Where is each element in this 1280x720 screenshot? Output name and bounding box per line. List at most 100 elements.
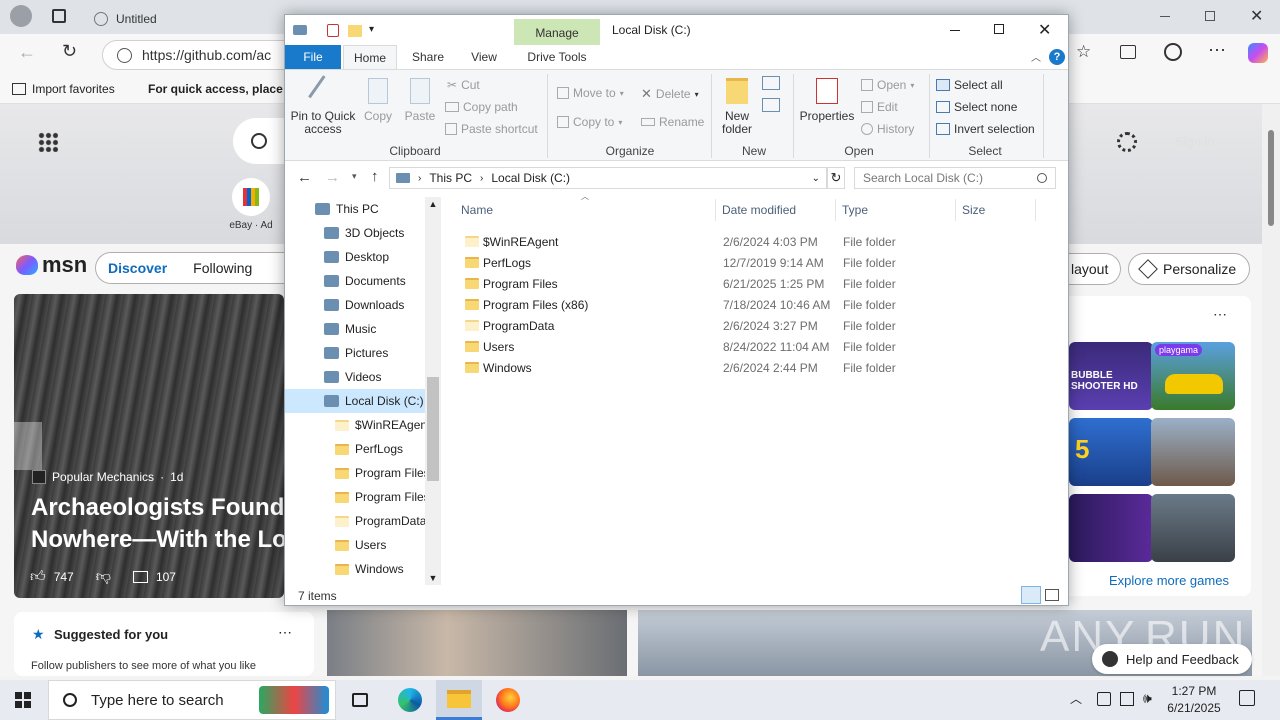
tab-share[interactable]: Share xyxy=(403,45,453,69)
restore-browser-button[interactable] xyxy=(1205,11,1215,21)
dislike-icon[interactable]: 👎︎ xyxy=(96,568,111,586)
firefox-taskbar-button[interactable] xyxy=(485,680,531,720)
column-date-modified[interactable]: Date modified xyxy=(722,203,796,217)
address-bar[interactable]: https://github.com/ac xyxy=(102,40,302,70)
file-explorer-taskbar-button[interactable] xyxy=(436,680,482,720)
large-icons-view-icon[interactable] xyxy=(1045,589,1059,601)
path-dropdown-icon[interactable]: ⌄ xyxy=(812,173,820,184)
delete-button[interactable]: ✕ Delete ▾ xyxy=(641,86,699,102)
layout-button[interactable]: layout xyxy=(1069,253,1121,285)
properties-button[interactable]: Properties xyxy=(797,78,857,123)
open-button[interactable]: Open ▾ xyxy=(861,78,914,92)
pin-quick-access-button[interactable]: Pin to Quick access xyxy=(289,75,357,136)
file-row[interactable]: Program Files 6/21/2025 1:25 PM File folde… xyxy=(445,273,1045,294)
file-row[interactable]: ProgramData 2/6/2024 3:27 PM File folder xyxy=(445,315,1045,336)
scroll-down-icon[interactable]: ▼ xyxy=(425,571,441,585)
path-segment-local-disk[interactable]: Local Disk (C:) xyxy=(491,171,570,185)
history-button[interactable]: History xyxy=(861,122,914,136)
start-button[interactable] xyxy=(0,680,46,720)
game-tile-driving[interactable] xyxy=(1151,494,1235,562)
tree-item-3d-objects[interactable]: 3D Objects xyxy=(324,221,435,245)
settings-gear-icon[interactable] xyxy=(1117,132,1137,152)
column-name[interactable]: Name xyxy=(461,203,493,217)
edit-button[interactable]: Edit xyxy=(861,100,898,114)
easy-access-icon[interactable] xyxy=(762,98,780,112)
story-card[interactable]: Popular Mechanics · 1d Archaeologists Fo… xyxy=(14,294,284,598)
taskbar-search[interactable]: Type here to search xyxy=(48,680,336,720)
show-hidden-icons[interactable]: ︿ xyxy=(1070,690,1082,707)
comment-icon[interactable] xyxy=(132,571,148,583)
story-headline[interactable]: Archaeologists Found a Nowhere—With the … xyxy=(31,492,284,556)
tree-item-pictures[interactable]: Pictures xyxy=(324,341,435,365)
task-view-button[interactable] xyxy=(337,680,383,720)
wifi-icon[interactable] xyxy=(1120,692,1134,706)
tree-item-subfolder[interactable]: Program Files xyxy=(335,461,435,485)
cut-button[interactable]: ✂ Cut xyxy=(447,78,480,92)
suggested-more-icon[interactable]: ⋯ xyxy=(278,624,292,641)
msn-logo[interactable]: msn xyxy=(16,252,87,278)
clock[interactable]: 1:27 PM 6/21/2025 xyxy=(1160,683,1228,717)
forward-icon[interactable]: → xyxy=(325,169,340,186)
edge-taskbar-button[interactable] xyxy=(387,680,433,720)
collections-icon[interactable] xyxy=(1120,45,1136,59)
tree-item-subfolder[interactable]: ProgramData xyxy=(335,509,435,533)
page-scrollbar[interactable] xyxy=(1262,104,1280,676)
tree-item-videos[interactable]: Videos xyxy=(324,365,435,389)
back-icon[interactable]: ← xyxy=(297,169,312,186)
apps-grid-icon[interactable] xyxy=(38,132,58,152)
tree-item-local-disk-c[interactable]: Local Disk (C:) xyxy=(285,389,425,413)
scroll-up-icon[interactable]: ▲ xyxy=(425,197,441,211)
ebay-tile[interactable]: eBay · Ad xyxy=(228,178,274,231)
copy-button[interactable]: Copy xyxy=(361,78,395,123)
move-to-button[interactable]: Move to ▾ xyxy=(557,86,624,100)
column-separator[interactable] xyxy=(715,199,716,221)
game-tile-racing[interactable]: playgama xyxy=(1151,342,1235,410)
tree-item-subfolder[interactable]: $WinREAgent xyxy=(335,413,435,437)
copilot-icon[interactable] xyxy=(1248,43,1268,63)
profile-avatar[interactable] xyxy=(10,5,32,27)
column-size[interactable]: Size xyxy=(962,203,985,217)
extensions-icon[interactable] xyxy=(1164,43,1182,61)
tree-item-desktop[interactable]: Desktop xyxy=(324,245,435,269)
details-view-icon[interactable] xyxy=(1021,586,1041,604)
network-icon[interactable] xyxy=(1097,692,1111,706)
tree-scroll-thumb[interactable] xyxy=(427,377,439,481)
game-tile-fish[interactable]: 5 xyxy=(1069,418,1153,486)
tab-discover[interactable]: Discover xyxy=(108,260,167,276)
paste-button[interactable]: Paste xyxy=(403,78,437,123)
paste-shortcut-button[interactable]: Paste shortcut xyxy=(445,122,538,136)
back-icon[interactable]: ← xyxy=(18,42,36,63)
page-scroll-thumb[interactable] xyxy=(1268,130,1274,226)
notifications-icon[interactable] xyxy=(1239,690,1255,706)
column-separator[interactable] xyxy=(1035,199,1036,221)
manage-tab[interactable]: Manage xyxy=(514,19,600,45)
tab-following[interactable]: Following xyxy=(193,260,252,276)
address-path[interactable]: › This PC › Local Disk (C:) ⌄ xyxy=(389,167,827,189)
help-icon[interactable]: ? xyxy=(1049,49,1065,65)
tab-view[interactable]: View xyxy=(459,45,509,69)
game-tile-girl[interactable] xyxy=(1151,418,1235,486)
news-image-person[interactable] xyxy=(327,610,627,676)
import-favorites-link[interactable]: Import favorites xyxy=(12,82,115,96)
new-item-icon[interactable] xyxy=(762,76,780,90)
tab-untitled[interactable]: Untitled xyxy=(84,4,167,34)
up-icon[interactable]: ↑ xyxy=(371,168,379,185)
collapse-ribbon-icon[interactable]: ︿ xyxy=(1031,49,1041,64)
qat-properties-icon[interactable] xyxy=(327,24,339,37)
copy-path-button[interactable]: Copy path xyxy=(445,100,518,114)
minimize-button[interactable] xyxy=(950,30,960,31)
tab-drive-tools[interactable]: Drive Tools xyxy=(514,45,600,69)
personalize-button[interactable]: Personalize xyxy=(1128,253,1250,285)
column-separator[interactable] xyxy=(835,199,836,221)
tree-scrollbar[interactable]: ▲ ▼ xyxy=(425,197,441,585)
path-segment-this-pc[interactable]: This PC xyxy=(429,171,472,185)
games-more-icon[interactable]: ⋯ xyxy=(1213,306,1227,323)
tree-item-subfolder[interactable]: Windows xyxy=(335,557,435,581)
new-folder-button[interactable]: New folder xyxy=(715,78,759,136)
maximize-button[interactable] xyxy=(994,24,1004,34)
qat-dropdown-icon[interactable]: ▾ xyxy=(369,24,374,35)
invert-selection-button[interactable]: Invert selection xyxy=(936,122,1035,136)
refresh-icon[interactable]: ↻ xyxy=(827,167,845,189)
tab-file[interactable]: File xyxy=(285,45,341,69)
help-feedback-button[interactable]: Help and Feedback xyxy=(1092,644,1252,674)
